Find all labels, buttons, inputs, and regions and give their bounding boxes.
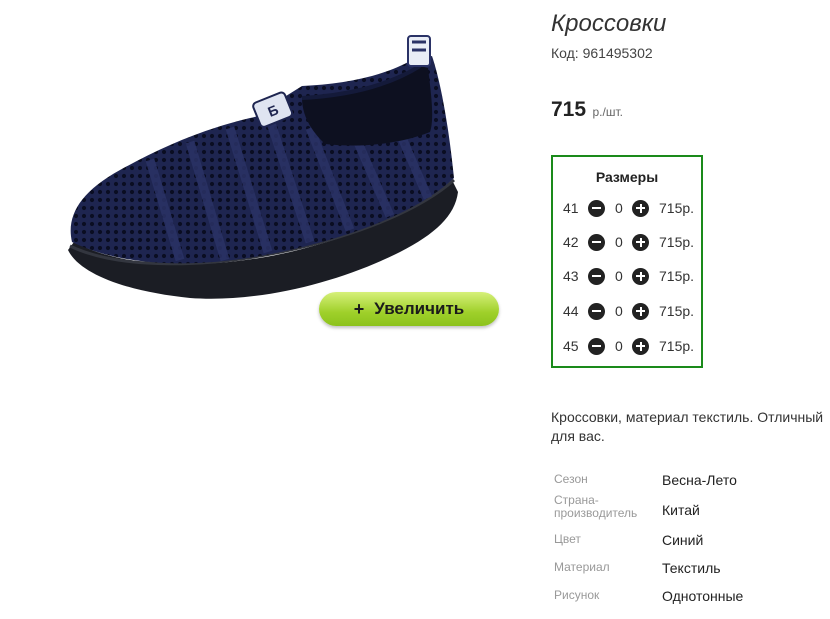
minus-icon[interactable] xyxy=(588,199,605,217)
size-price: 715р. xyxy=(659,200,695,216)
plus-icon: + xyxy=(353,298,365,319)
plus-icon[interactable] xyxy=(632,337,649,355)
property-value: Текстиль xyxy=(662,560,721,576)
minus-icon[interactable] xyxy=(588,302,605,320)
property-value: Однотонные xyxy=(662,588,744,604)
size-number: 43 xyxy=(563,268,579,284)
size-price: 715р. xyxy=(659,234,695,250)
sizes-panel: Размеры 41 0 715р. 42 0 715р. 43 0 715р.… xyxy=(551,155,703,368)
size-number: 42 xyxy=(563,234,579,250)
zoom-button-label: Увеличить xyxy=(374,299,465,318)
size-price: 715р. xyxy=(659,303,695,319)
product-title: Кроссовки xyxy=(551,10,667,37)
price-amount: 715 xyxy=(551,98,587,121)
minus-icon[interactable] xyxy=(588,233,605,251)
property-value: Синий xyxy=(662,532,704,548)
size-quantity: 0 xyxy=(615,268,623,284)
plus-icon[interactable] xyxy=(632,267,649,285)
plus-icon[interactable] xyxy=(632,199,649,217)
size-row: 45 0 715р. xyxy=(553,335,701,357)
size-quantity: 0 xyxy=(615,234,623,250)
property-key: Сезон xyxy=(554,472,588,486)
sizes-title: Размеры xyxy=(595,169,659,185)
size-quantity: 0 xyxy=(615,338,623,354)
zoom-button[interactable]: + Увеличить xyxy=(319,292,499,326)
plus-icon[interactable] xyxy=(632,302,649,320)
size-price: 715р. xyxy=(659,338,695,354)
size-row: 44 0 715р. xyxy=(553,300,701,322)
product-code: Код: 961495302 xyxy=(551,45,653,61)
property-key: Цвет xyxy=(554,532,581,546)
size-number: 44 xyxy=(563,303,579,319)
size-number: 45 xyxy=(563,338,579,354)
minus-icon[interactable] xyxy=(588,337,605,355)
product-price: 715 р./шт. xyxy=(551,98,623,122)
property-value: Весна-Лето xyxy=(662,472,737,488)
property-key: Рисунок xyxy=(554,588,600,602)
size-quantity: 0 xyxy=(615,303,623,319)
size-row: 43 0 715р. xyxy=(553,265,701,287)
price-unit: р./шт. xyxy=(592,105,623,119)
plus-icon[interactable] xyxy=(632,233,649,251)
size-row: 42 0 715р. xyxy=(553,231,701,253)
minus-icon[interactable] xyxy=(588,267,605,285)
size-price: 715р. xyxy=(659,268,695,284)
size-number: 41 xyxy=(563,200,579,216)
property-value: Китай xyxy=(662,502,700,518)
property-key: Страна-производитель xyxy=(554,493,638,520)
product-description: Кроссовки, материал текстиль. Отличный д… xyxy=(551,409,824,444)
property-key: Материал xyxy=(554,560,610,574)
size-row: 41 0 715р. xyxy=(553,197,701,219)
size-quantity: 0 xyxy=(615,200,623,216)
